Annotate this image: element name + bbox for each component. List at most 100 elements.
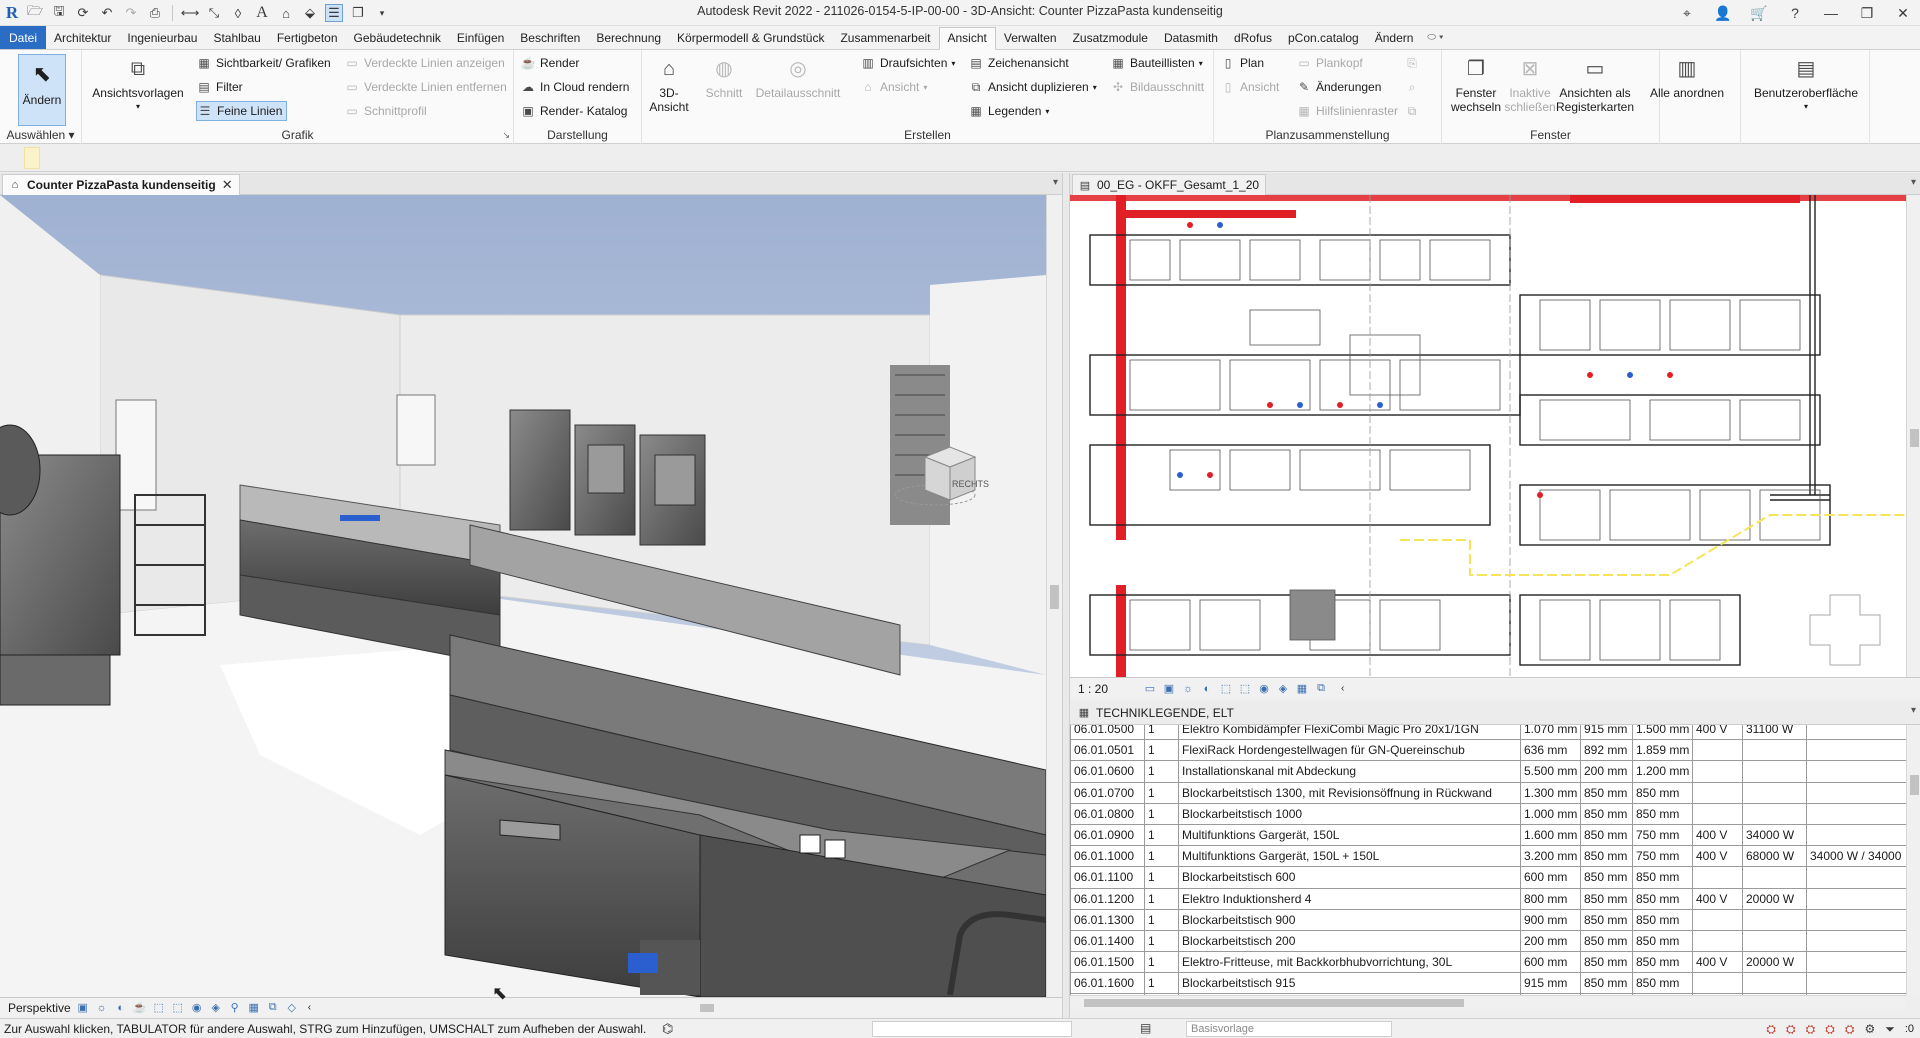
table-cell[interactable]: 200 mm bbox=[1580, 760, 1633, 783]
table-cell[interactable]: 850 mm bbox=[1632, 781, 1693, 804]
table-cell[interactable]: 34000 W / 34000 bbox=[1806, 845, 1906, 868]
analytical-model-icon[interactable]: ⧉ bbox=[1314, 682, 1328, 696]
fenster-wechseln-button[interactable]: ❐ Fenster wechseln bbox=[1450, 54, 1502, 114]
draufsichten-button[interactable]: ▥ Draufsichten ▾ bbox=[860, 53, 955, 73]
tab-plan[interactable]: ▤ 00_EG - OKFF_Gesamt_1_20 bbox=[1072, 174, 1267, 195]
table-cell[interactable]: 20000 W bbox=[1742, 887, 1807, 910]
table-cell[interactable]: Blockarbeitstisch 600 bbox=[1178, 866, 1521, 889]
design-options-icon[interactable]: ▤ bbox=[1140, 1021, 1151, 1035]
table-cell[interactable]: 850 mm bbox=[1632, 908, 1693, 931]
sichtbarkeit-grafiken-button[interactable]: ▦ Sichtbarkeit/ Grafiken bbox=[196, 53, 330, 73]
table-cell[interactable]: 1.859 mm bbox=[1632, 739, 1693, 762]
lock-3d-icon[interactable]: ⚲ bbox=[228, 1001, 242, 1015]
table-cell[interactable]: 06.01.0800 bbox=[1070, 802, 1145, 825]
workset-field[interactable] bbox=[872, 1021, 1072, 1037]
table-cell[interactable] bbox=[1742, 908, 1807, 931]
cart-icon[interactable]: 🛒 bbox=[1748, 3, 1770, 23]
table-cell[interactable]: 06.01.0600 bbox=[1070, 760, 1145, 783]
ansichten-als-registerkarten-button[interactable]: ▭ Ansichten als Registerkarten bbox=[1556, 54, 1634, 114]
tab-datei[interactable]: Datei bbox=[0, 26, 47, 49]
tab-zusatzmodule[interactable]: Zusatzmodule bbox=[1065, 26, 1156, 49]
tab-ingenieurbau[interactable]: Ingenieurbau bbox=[119, 26, 205, 49]
table-cell[interactable] bbox=[1806, 887, 1906, 910]
table-cell[interactable]: 850 mm bbox=[1580, 887, 1633, 910]
plan-scale-label[interactable]: 1 : 20 bbox=[1078, 682, 1138, 696]
render-button[interactable]: ☕ Render bbox=[520, 53, 580, 73]
tab-gebaeudetechnik[interactable]: Gebäudetechnik bbox=[346, 26, 449, 49]
table-cell[interactable]: Elektro Kombidämpfer FlexiCombi Magic Pr… bbox=[1178, 725, 1521, 741]
tab-architektur[interactable]: Architektur bbox=[46, 26, 119, 49]
table-cell[interactable]: 750 mm bbox=[1632, 845, 1693, 868]
benutzeroberflaeche-button[interactable]: ▤ Benutzeroberfläche ▾ bbox=[1747, 54, 1865, 114]
table-cell[interactable] bbox=[1692, 760, 1743, 783]
show-crop-icon[interactable]: ⬚ bbox=[171, 1001, 185, 1015]
table-cell[interactable] bbox=[1742, 929, 1807, 953]
sun-path-icon[interactable]: ☼ bbox=[95, 1001, 109, 1015]
table-cell[interactable]: 06.01.1200 bbox=[1070, 887, 1145, 910]
reveal-hidden-icon[interactable]: ◈ bbox=[1276, 682, 1290, 696]
table-row[interactable]: 06.01.1600 1 Blockarbeitstisch 915 915 mm 85… bbox=[1070, 972, 1906, 995]
table-cell[interactable]: 915 mm bbox=[1520, 972, 1581, 995]
detail-level-icon[interactable]: ▭ bbox=[1143, 682, 1157, 696]
table-cell[interactable]: 1 bbox=[1144, 760, 1179, 783]
table-cell[interactable]: 892 mm bbox=[1580, 739, 1633, 762]
shadows-icon[interactable]: ◐ bbox=[1200, 682, 1214, 696]
worksharing-icon[interactable]: ▦ bbox=[247, 1001, 261, 1015]
tab-datasmith[interactable]: Datasmith bbox=[1156, 26, 1226, 49]
table-cell[interactable] bbox=[1742, 739, 1807, 762]
table-cell[interactable]: 06.01.1500 bbox=[1070, 951, 1145, 974]
panel-dialog-launcher-icon[interactable]: ↘ bbox=[502, 130, 510, 141]
table-cell[interactable]: 750 mm bbox=[1632, 823, 1693, 847]
tab-beschriften[interactable]: Beschriften bbox=[512, 26, 588, 49]
table-cell[interactable]: 850 mm bbox=[1580, 866, 1633, 889]
table-row[interactable]: 06.01.1100 1 Blockarbeitstisch 600 600 mm 85… bbox=[1070, 866, 1906, 889]
table-cell[interactable]: 1 bbox=[1144, 725, 1179, 741]
table-cell[interactable]: 1 bbox=[1144, 951, 1179, 974]
table-cell[interactable]: 850 mm bbox=[1632, 929, 1693, 953]
table-cell[interactable]: 06.01.1000 bbox=[1070, 845, 1145, 868]
select-links-icon[interactable]: ⛭ bbox=[1766, 1022, 1776, 1037]
tab-aendern[interactable]: Ändern bbox=[1367, 26, 1422, 49]
tab-view3d[interactable]: ⌂ Counter PizzaPasta kundenseitig ✕ bbox=[2, 174, 240, 195]
shadows-icon[interactable]: ◐ bbox=[114, 1001, 128, 1015]
tab-ansicht[interactable]: Ansicht bbox=[938, 26, 996, 50]
table-cell[interactable]: 850 mm bbox=[1580, 908, 1633, 931]
table-cell[interactable]: 06.01.1400 bbox=[1070, 929, 1145, 953]
view-dropdown-icon[interactable]: ▾ bbox=[1911, 177, 1916, 188]
table-row[interactable]: 06.01.1300 1 Blockarbeitstisch 900 900 mm 85… bbox=[1070, 908, 1906, 931]
filter-icon[interactable]: ⏷ bbox=[1885, 1022, 1895, 1037]
help-icon[interactable]: ? bbox=[1784, 3, 1806, 23]
open-icon[interactable]: 🗁 bbox=[26, 3, 44, 22]
table-cell[interactable] bbox=[1742, 760, 1807, 783]
table-cell[interactable]: 1 bbox=[1144, 823, 1179, 847]
redo-icon[interactable]: ↷ bbox=[122, 4, 140, 22]
legenden-button[interactable]: ▦ Legenden ▾ bbox=[968, 101, 1049, 121]
table-cell[interactable]: 5.500 mm bbox=[1520, 760, 1581, 783]
aenderungen-button[interactable]: ✎ Änderungen bbox=[1296, 77, 1381, 97]
section-icon[interactable]: ⬙ bbox=[301, 4, 319, 22]
binoculars-icon[interactable]: ⌖ bbox=[1676, 3, 1698, 23]
table-cell[interactable] bbox=[1806, 929, 1906, 953]
table-cell[interactable]: 1.500 mm bbox=[1632, 725, 1693, 741]
table-cell[interactable]: 850 mm bbox=[1580, 781, 1633, 804]
measure-icon[interactable]: ⟷ bbox=[181, 4, 200, 22]
ansicht-duplizieren-button[interactable]: ⧉ Ansicht duplizieren ▾ bbox=[968, 77, 1097, 97]
table-cell[interactable]: 1 bbox=[1144, 802, 1179, 825]
table-cell[interactable]: Blockarbeitstisch 200 bbox=[1178, 929, 1521, 953]
table-cell[interactable] bbox=[1806, 908, 1906, 931]
table-cell[interactable]: 06.01.0500 bbox=[1070, 725, 1145, 741]
table-cell[interactable]: 200 mm bbox=[1520, 929, 1581, 953]
table-cell[interactable]: 600 mm bbox=[1520, 951, 1581, 974]
select-underlay-icon[interactable]: ⛭ bbox=[1786, 1022, 1796, 1037]
zeichenansicht-button[interactable]: ▤ Zeichenansicht bbox=[968, 53, 1068, 73]
table-cell[interactable]: 850 mm bbox=[1632, 951, 1693, 974]
table-row[interactable]: 06.01.0900 1 Multifunktions Gargerät, 150L… bbox=[1070, 823, 1906, 847]
plan-button[interactable]: ▯ Plan bbox=[1220, 53, 1264, 73]
table-cell[interactable] bbox=[1692, 781, 1743, 804]
table-cell[interactable]: 400 V bbox=[1692, 887, 1743, 910]
revit-logo[interactable]: R bbox=[4, 3, 20, 22]
table-cell[interactable] bbox=[1806, 972, 1906, 995]
table-cell[interactable]: 06.01.0900 bbox=[1070, 823, 1145, 847]
table-cell[interactable] bbox=[1742, 781, 1807, 804]
table-cell[interactable]: 34000 W bbox=[1742, 823, 1807, 847]
